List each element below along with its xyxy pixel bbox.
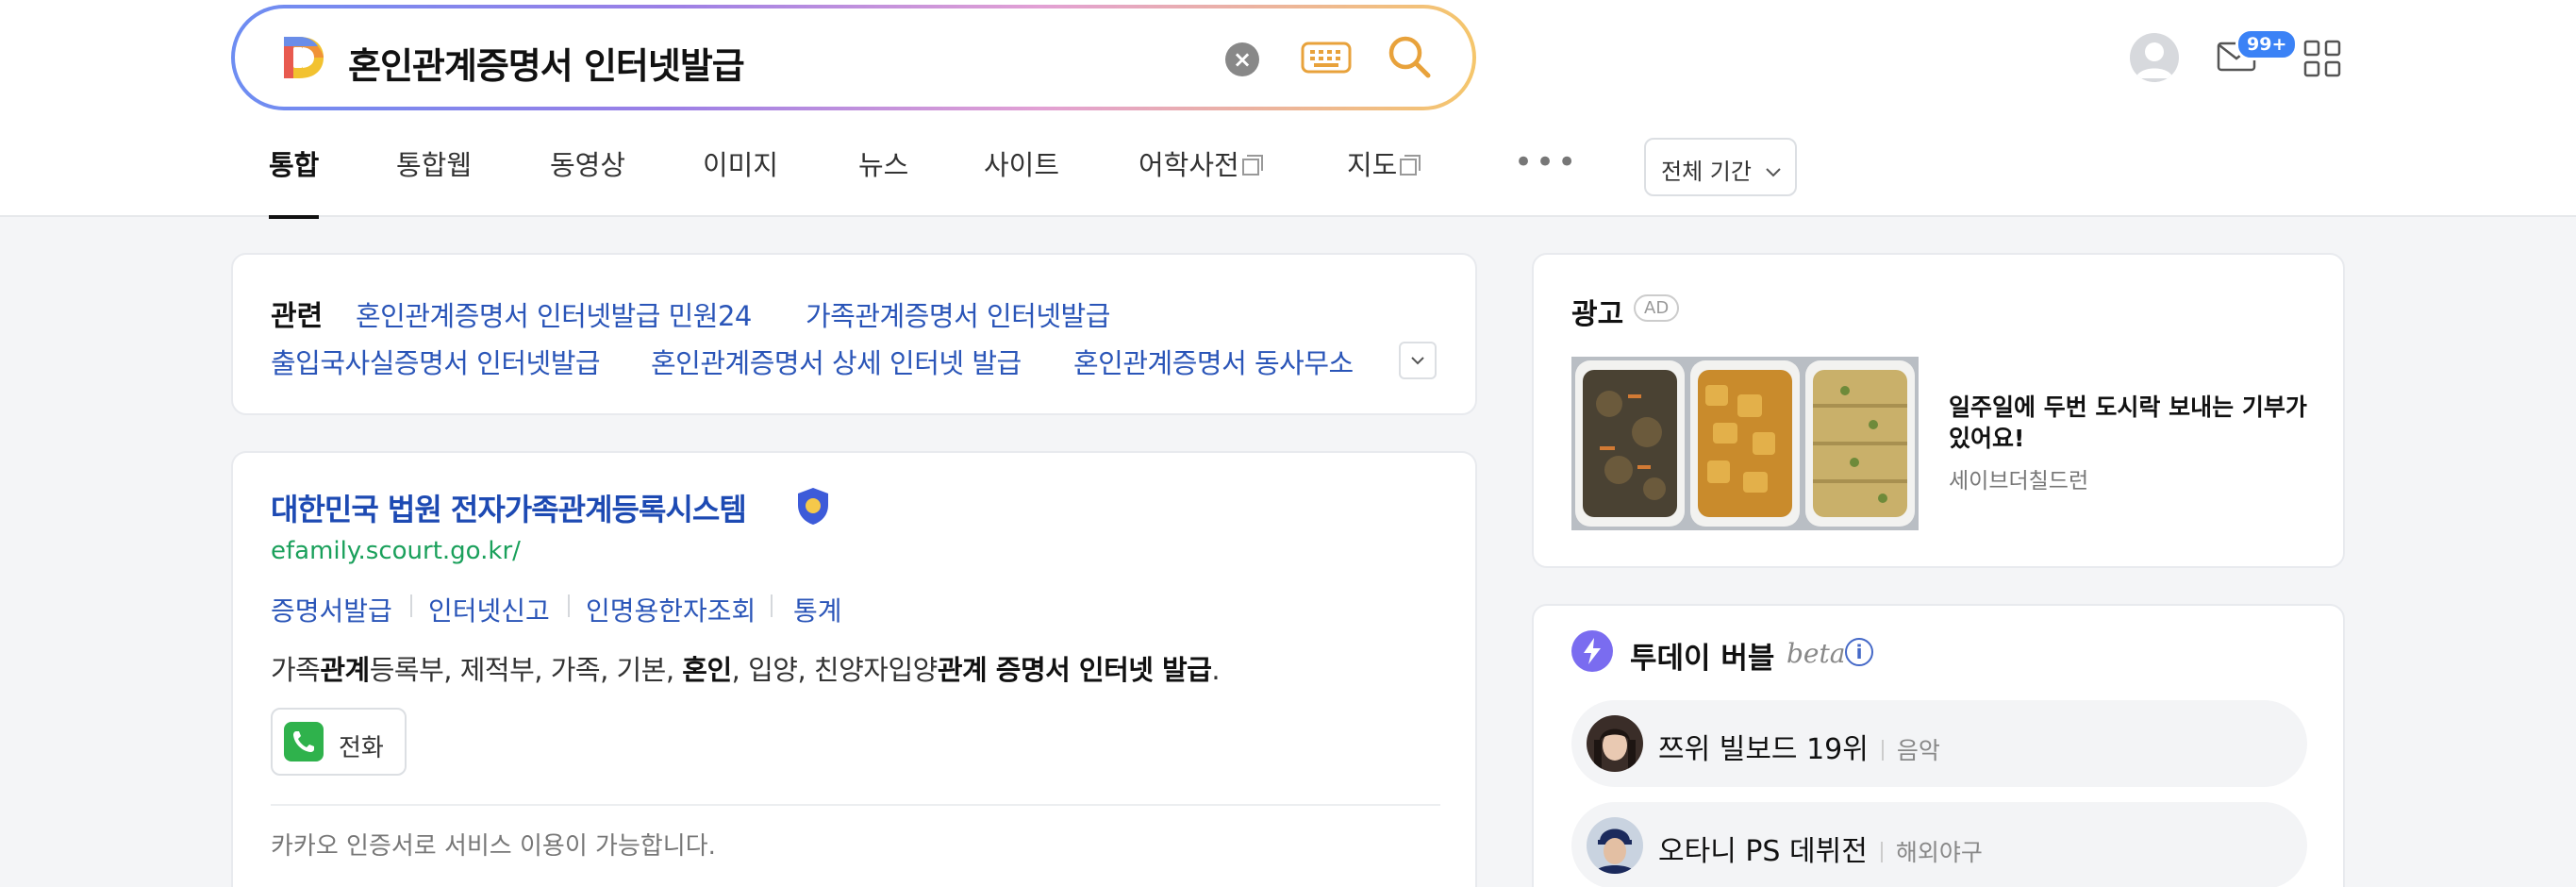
tab-site[interactable]: 사이트 — [984, 143, 1059, 217]
info-icon[interactable]: i — [1845, 638, 1873, 666]
search-query[interactable]: 혼인관계증명서 인터넷발급 — [348, 37, 745, 89]
search-box-inner[interactable]: 혼인관계증명서 인터넷발급 × — [235, 8, 1472, 107]
verified-shield-icon — [798, 488, 828, 525]
tab-map[interactable]: 지도 — [1347, 143, 1421, 217]
tab-label: 통합웹 — [396, 149, 473, 181]
chevron-down-icon — [1411, 357, 1424, 365]
tab-label: 뉴스 — [858, 149, 909, 181]
related-link[interactable]: 혼인관계증명서 인터넷발급 민원24 — [356, 294, 752, 334]
divider — [271, 804, 1440, 806]
more-tabs-icon[interactable]: ••• — [1514, 143, 1579, 181]
snippet-text: . — [1211, 654, 1221, 686]
ad-sponsor: 세이브더칠드런 — [1949, 469, 2089, 494]
tab-dictionary[interactable]: 어학사전 — [1138, 143, 1263, 217]
snippet-highlight: 관계 — [320, 654, 370, 686]
bubble-avatar — [1587, 817, 1643, 874]
user-avatar-icon[interactable] — [2130, 33, 2179, 82]
ad-card[interactable]: 광고 AD 일주일에 두번 도시락 보내는 기부가 있어요! 세이브더칠드런 — [1532, 253, 2345, 568]
snippet-highlight: 혼인 — [682, 654, 732, 686]
phone-icon — [284, 722, 324, 761]
tab-label: 동영상 — [550, 149, 626, 181]
external-link-icon — [1241, 155, 1263, 176]
result-sublink[interactable]: 인터넷신고 — [428, 591, 550, 628]
divider — [410, 594, 412, 617]
search-icon[interactable] — [1386, 33, 1433, 80]
apps-grid-icon[interactable] — [2303, 40, 2341, 77]
beta-label: beta — [1787, 638, 1846, 669]
tab-video[interactable]: 동영상 — [550, 143, 625, 217]
today-bubble-title: 투데이 버블 — [1630, 642, 1775, 676]
snippet-highlight: 관계 증명서 인터넷 발급 — [937, 654, 1212, 686]
chevron-down-icon — [1765, 168, 1781, 177]
ad-text[interactable]: 일주일에 두번 도시락 보내는 기부가 있어요! — [1949, 392, 2326, 454]
search-result-card: 대한민국 법원 전자가족관계등록시스템 efamily.scourt.go.kr… — [231, 451, 1477, 887]
divider — [771, 594, 773, 617]
related-link[interactable]: 혼인관계증명서 상세 인터넷 발급 — [651, 342, 1022, 381]
bubble-category: 해외야구 — [1868, 839, 1983, 866]
result-url[interactable]: efamily.scourt.go.kr/ — [271, 537, 521, 565]
result-note: 카카오 인증서로 서비스 이용이 가능합니다. — [271, 832, 716, 861]
ad-lunchbox-image[interactable] — [1571, 357, 1919, 530]
tab-news[interactable]: 뉴스 — [858, 143, 908, 217]
external-link-icon — [1400, 155, 1421, 176]
ad-badge: AD — [1634, 294, 1680, 322]
related-link[interactable]: 혼인관계증명서 동사무소 — [1073, 342, 1354, 381]
tab-image[interactable]: 이미지 — [703, 143, 778, 217]
tab-integrated-web[interactable]: 통합웹 — [396, 143, 472, 217]
lightning-icon — [1571, 630, 1613, 672]
today-bubble-card: 투데이 버블 beta i 쯔위 빌보드 19위 음악 오타니 PS 데뷔전 해외야… — [1532, 604, 2345, 887]
bubble-label: 오타니 PS 데뷔전 해외야구 — [1658, 828, 1983, 869]
tab-label: 사이트 — [984, 149, 1060, 181]
bubble-topic: 쯔위 빌보드 19위 — [1658, 733, 1869, 766]
keyboard-icon[interactable] — [1301, 40, 1352, 75]
mail-count-badge: 99+ — [2235, 28, 2299, 60]
related-title: 관련 — [271, 300, 324, 333]
search-box[interactable]: 혼인관계증명서 인터넷발급 × — [231, 5, 1476, 110]
header: 혼인관계증명서 인터넷발급 × 99+ 통합 통합웹 동영상 이미지 뉴스 사이… — [0, 0, 2576, 219]
ad-title: 광고 — [1571, 298, 1624, 331]
tab-integrated[interactable]: 통합 — [269, 143, 320, 219]
bubble-item[interactable]: 오타니 PS 데뷔전 해외야구 — [1571, 802, 2307, 887]
result-snippet: 가족관계등록부, 제적부, 가족, 기본, 혼인, 입양, 친양자입양관계 증명… — [271, 648, 1221, 688]
bubble-topic: 오타니 PS 데뷔전 — [1658, 835, 1868, 868]
call-button[interactable]: 전화 — [271, 708, 407, 776]
expand-related-button[interactable] — [1399, 342, 1437, 379]
tab-label: 통합 — [269, 149, 320, 181]
tab-label: 이미지 — [703, 149, 779, 181]
snippet-text: 등록부, 제적부, 가족, 기본, — [369, 654, 683, 686]
related-searches-card: 관련 혼인관계증명서 인터넷발급 민원24 가족관계증명서 인터넷발급 출입국사… — [231, 253, 1477, 415]
snippet-text: 가족 — [271, 654, 321, 686]
result-sublink[interactable]: 통계 — [793, 591, 842, 628]
daum-logo-icon[interactable] — [278, 33, 327, 82]
related-link[interactable]: 출입국사실증명서 인터넷발급 — [271, 342, 601, 381]
related-link[interactable]: 가족관계증명서 인터넷발급 — [806, 294, 1110, 334]
bubble-item[interactable]: 쯔위 빌보드 19위 음악 — [1571, 700, 2307, 787]
period-filter-label: 전체 기간 — [1661, 159, 1752, 185]
result-title-link[interactable]: 대한민국 법원 전자가족관계등록시스템 — [271, 486, 747, 529]
bubble-avatar — [1587, 715, 1643, 772]
result-sublink[interactable]: 증명서발급 — [271, 591, 392, 628]
clear-search-button[interactable]: × — [1225, 42, 1259, 76]
result-sublink[interactable]: 인명용한자조회 — [586, 591, 756, 628]
bubble-category: 음악 — [1869, 737, 1940, 764]
period-filter-dropdown[interactable]: 전체 기간 — [1644, 138, 1797, 196]
tab-label: 어학사전 — [1138, 149, 1239, 181]
divider — [568, 594, 570, 617]
tab-label: 지도 — [1347, 149, 1398, 181]
call-label: 전화 — [339, 734, 384, 762]
snippet-text: , 입양, 친양자입양 — [731, 654, 939, 686]
bubble-label: 쯔위 빌보드 19위 음악 — [1658, 726, 1940, 767]
